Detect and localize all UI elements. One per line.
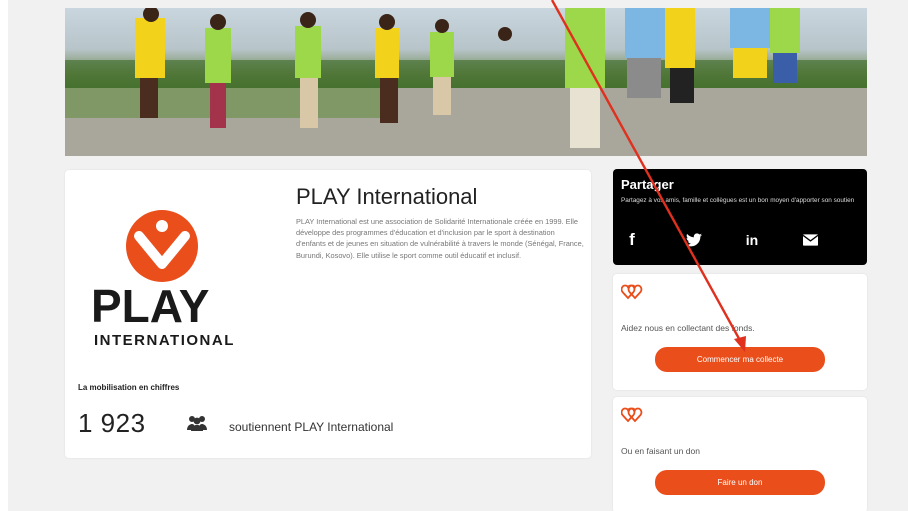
svg-text:PLAY: PLAY bbox=[91, 280, 209, 332]
fundraise-text: Aidez nous en collectant des fonds. bbox=[621, 323, 755, 333]
linkedin-icon[interactable]: in bbox=[741, 229, 763, 251]
mail-icon[interactable] bbox=[799, 229, 821, 251]
hero-photo-illustration bbox=[65, 8, 867, 156]
fundraise-card: Aidez nous en collectant des fonds. Comm… bbox=[613, 274, 867, 390]
organization-title: PLAY International bbox=[296, 184, 478, 209]
people-icon bbox=[186, 414, 208, 432]
supporters-text: soutiennent PLAY International bbox=[229, 420, 394, 434]
donate-card: Ou en faisant un don Faire un don bbox=[613, 397, 867, 511]
share-title: Partager bbox=[621, 177, 674, 192]
supporters-count: 1 923 bbox=[78, 408, 146, 438]
hero-image bbox=[65, 8, 867, 156]
stats-label: La mobilisation en chiffres bbox=[78, 383, 180, 392]
share-card: Partager Partagez à vos amis, famille et… bbox=[613, 169, 867, 265]
donate-button[interactable]: Faire un don bbox=[655, 470, 825, 495]
organization-description: PLAY International est une association d… bbox=[296, 217, 584, 260]
hearts-icon bbox=[620, 407, 643, 423]
donate-text: Ou en faisant un don bbox=[621, 446, 700, 456]
share-description: Partagez à vos amis, famille et collègue… bbox=[621, 197, 855, 204]
organization-card: PLAY INTERNATIONAL PLAY International PL… bbox=[65, 170, 591, 458]
svg-text:INTERNATIONAL: INTERNATIONAL bbox=[94, 332, 235, 349]
play-international-logo: PLAY INTERNATIONAL bbox=[87, 198, 267, 358]
start-fundraiser-button[interactable]: Commencer ma collecte bbox=[655, 347, 825, 372]
facebook-icon[interactable]: f bbox=[621, 229, 643, 251]
hearts-icon bbox=[620, 284, 643, 300]
twitter-icon[interactable] bbox=[683, 229, 705, 251]
